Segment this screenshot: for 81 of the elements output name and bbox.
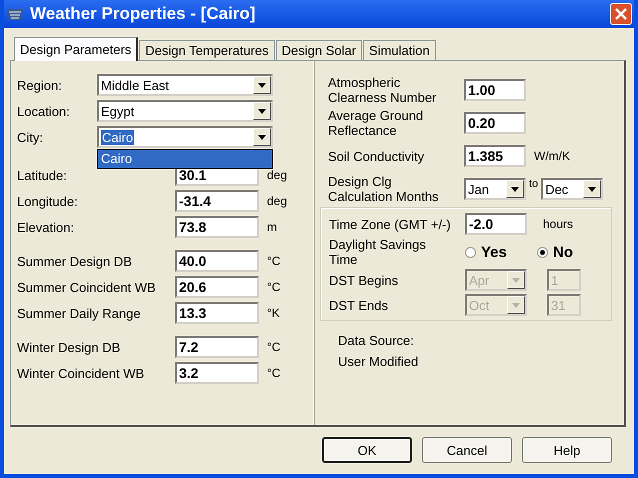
dropdown[interactable]: Egypt <box>97 100 273 122</box>
unit-label: °C <box>267 280 280 294</box>
field-label: Daylight Savings Time <box>329 237 427 267</box>
caret-icon <box>258 108 266 114</box>
unit-label: deg <box>267 194 288 208</box>
unit-label: hours <box>543 217 574 231</box>
dropdown-value: Middle East <box>100 78 170 92</box>
tab[interactable]: Simulation <box>363 40 436 60</box>
caret-icon <box>512 302 520 308</box>
unit-label: W/m/K <box>534 149 570 163</box>
field-label: Region: <box>17 78 63 92</box>
field-label: Summer Coincident WB <box>17 280 157 294</box>
dropdown-value: Oct <box>468 298 490 312</box>
field-label: Soil Conductivity <box>328 148 426 164</box>
unit-label: m <box>267 220 277 234</box>
dropdown-arrow-button[interactable] <box>506 180 524 198</box>
dialog-button[interactable]: OK <box>322 437 412 463</box>
input-field[interactable]: 13.3 <box>175 302 259 324</box>
data-source-value: User Modified <box>338 354 420 369</box>
unit-label: °C <box>267 254 280 268</box>
dropdown-value: Cairo <box>101 130 134 144</box>
caret-icon <box>588 186 596 192</box>
dropdown-arrow-button[interactable] <box>253 102 271 120</box>
radio-button[interactable]: Yes <box>465 244 537 260</box>
field-label: DST Begins <box>329 272 400 288</box>
field-label: Longitude: <box>17 194 79 208</box>
input-field[interactable]: 73.8 <box>175 216 259 238</box>
field-label: Winter Coincident WB <box>17 366 146 380</box>
close-icon <box>615 8 627 20</box>
input-field[interactable]: 3.2 <box>175 362 259 384</box>
dropdown-arrow-button[interactable] <box>583 180 602 198</box>
dropdown-value: Jan <box>467 182 490 196</box>
dropdown-value: Apr <box>468 272 490 288</box>
input-field[interactable]: 1.385 <box>464 145 526 167</box>
field-label: Elevation: <box>17 220 76 234</box>
dialog-button[interactable]: Help <box>522 437 612 463</box>
dialog-button[interactable]: Cancel <box>422 437 512 463</box>
tab[interactable]: Design Solar <box>276 40 362 60</box>
unit-label: °K <box>267 306 280 320</box>
field-label: Summer Design DB <box>17 254 133 268</box>
input-field[interactable]: -2.0 <box>465 213 527 235</box>
dropdown-value: Egypt <box>100 104 136 118</box>
input-field[interactable]: -31.4 <box>175 190 259 212</box>
dropdown-arrow-button[interactable] <box>253 128 271 146</box>
field-label: Time Zone (GMT +/-) <box>329 216 452 232</box>
dropdown-arrow-button[interactable] <box>253 76 271 94</box>
caret-icon <box>511 186 519 192</box>
field-label: Location: <box>17 104 71 118</box>
unit-label: °C <box>267 340 280 354</box>
input-field[interactable]: 0.20 <box>464 112 526 134</box>
tab[interactable]: Design Temperatures <box>139 40 275 60</box>
dropdown-value: Dec <box>544 182 570 196</box>
window-title: Weather Properties - [Cairo] <box>30 4 256 24</box>
field-label: Latitude: <box>17 168 68 182</box>
close-button[interactable] <box>610 3 632 25</box>
dropdown[interactable]: Middle East <box>97 74 273 96</box>
field-label: Summer Daily Range <box>17 306 142 320</box>
unit-label: °C <box>267 366 280 380</box>
input-field[interactable]: 40.0 <box>175 250 259 272</box>
dropdown[interactable]: Cairo <box>97 126 273 148</box>
unit-label: deg <box>267 168 288 182</box>
tab[interactable]: Design Parameters <box>14 37 138 61</box>
field-label: Average Ground Reflectance <box>328 108 424 138</box>
field-label: Atmospheric Clearness Number <box>328 75 438 105</box>
caret-icon <box>258 134 266 140</box>
field-label: City: <box>17 130 44 144</box>
field-label: Winter Design DB <box>17 340 122 354</box>
data-source-label: Data Source: <box>338 333 415 348</box>
input-field[interactable]: 20.6 <box>175 276 259 298</box>
radio-button[interactable]: No <box>537 244 609 260</box>
dropdown[interactable]: Jan <box>464 178 526 200</box>
caret-icon <box>258 82 266 88</box>
app-icon <box>6 6 24 22</box>
input-field[interactable]: 1.00 <box>464 79 526 101</box>
field-label: Design Clg Calculation Months <box>328 174 440 204</box>
caret-icon <box>512 278 520 282</box>
input-field[interactable]: 7.2 <box>175 336 259 358</box>
to-label: to <box>529 177 538 190</box>
dropdown-option[interactable]: Cairo <box>98 150 272 168</box>
field-label: DST Ends <box>329 298 390 312</box>
dropdown[interactable]: Dec <box>541 178 604 200</box>
